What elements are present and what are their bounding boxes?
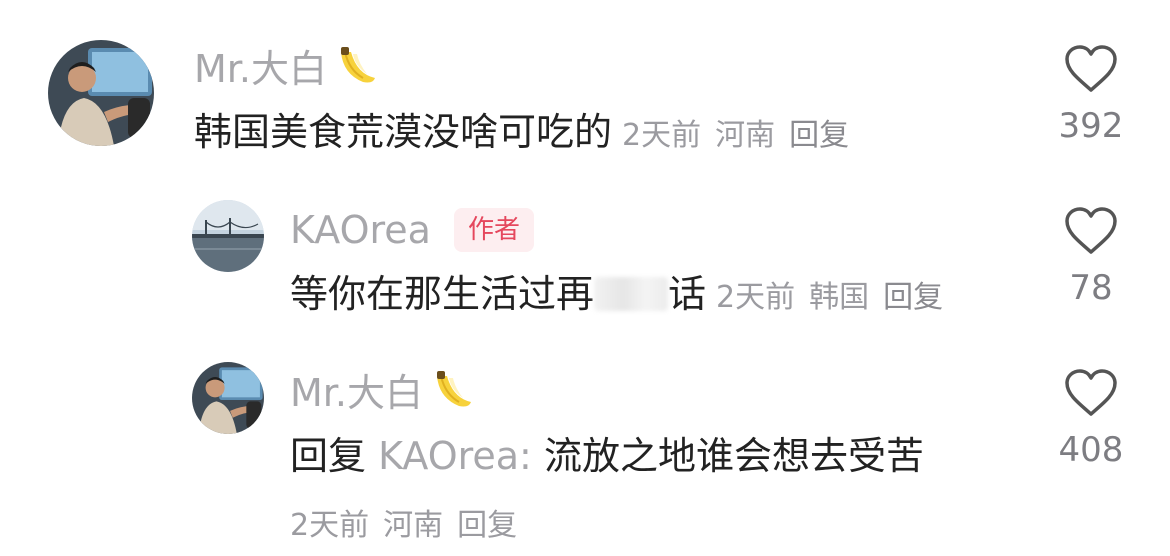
avatar[interactable] — [192, 200, 264, 272]
banana-icon — [429, 368, 473, 423]
username[interactable]: Mr.大白 — [290, 368, 473, 423]
author-badge: 作者 — [454, 208, 535, 252]
like-button[interactable]: 78 — [1046, 206, 1136, 308]
like-count: 78 — [1069, 268, 1113, 308]
heart-outline-icon — [1065, 45, 1117, 92]
username-text: KAOrea — [290, 208, 431, 252]
comment-body: 回复 KAOrea: 流放之地谁会想去受苦 — [290, 430, 924, 482]
comment-text: 韩国美食荒漠没啥可吃的 — [194, 110, 613, 154]
comment-time: 2天前 — [622, 118, 702, 153]
username-text: Mr.大白 — [290, 371, 424, 415]
username[interactable]: KAOrea — [290, 206, 431, 254]
comment-body: 等你在那生活过再 话 2天前 韩国 回复 — [290, 268, 957, 324]
reply-button[interactable]: 回复 — [457, 508, 517, 543]
comment-time: 2天前 — [716, 280, 796, 315]
username[interactable]: Mr.大白 — [194, 44, 377, 99]
comment-meta: 2天前 河南 回复 — [622, 118, 863, 153]
avatar[interactable] — [48, 40, 154, 146]
comment-location: 河南 — [383, 508, 444, 543]
comment-meta: 2天前 河南 回复 — [290, 504, 531, 548]
comment-text: 流放之地谁会想去受苦 — [543, 434, 924, 478]
username-text: Mr.大白 — [194, 47, 328, 91]
comment-text: 等你在那生活过再 — [290, 272, 595, 316]
reply-prefix: 回复 — [290, 434, 367, 478]
like-count: 408 — [1058, 430, 1124, 470]
like-count: 392 — [1058, 106, 1124, 146]
comment-text-tail: 话 — [668, 272, 707, 316]
comment-location: 韩国 — [809, 280, 870, 315]
comment-location: 河南 — [715, 118, 776, 153]
heart-outline-icon — [1065, 207, 1117, 254]
reply-target-username[interactable]: KAOrea: — [378, 434, 532, 478]
avatar[interactable] — [192, 362, 264, 434]
comment-time: 2天前 — [290, 508, 370, 543]
blurred-text-mask — [594, 277, 669, 311]
reply-button[interactable]: 回复 — [789, 118, 849, 153]
comment-body: 韩国美食荒漠没啥可吃的 2天前 河南 回复 — [194, 106, 863, 162]
like-button[interactable]: 392 — [1046, 44, 1136, 146]
banana-icon — [333, 44, 377, 99]
heart-outline-icon — [1065, 369, 1117, 416]
like-button[interactable]: 408 — [1046, 368, 1136, 470]
reply-button[interactable]: 回复 — [883, 280, 943, 315]
comment-meta: 2天前 韩国 回复 — [716, 280, 957, 315]
